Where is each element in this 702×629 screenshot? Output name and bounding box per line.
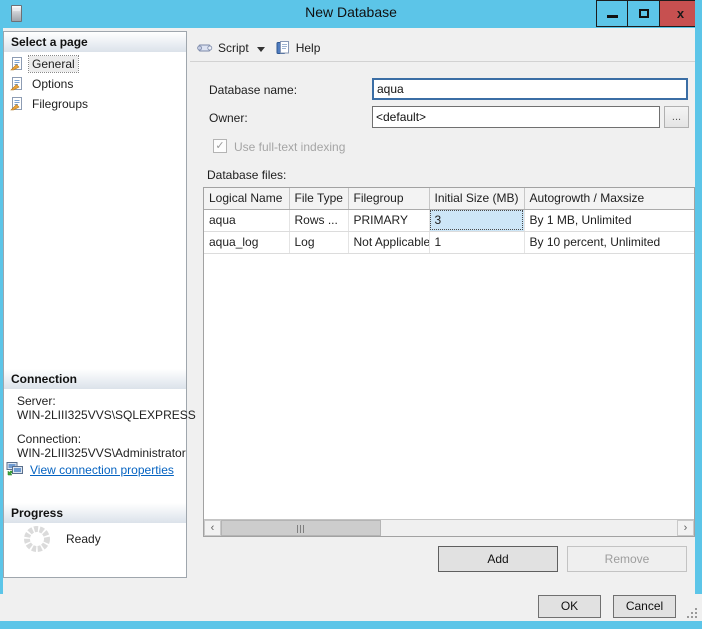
resize-grip[interactable] bbox=[688, 609, 698, 619]
connection-header: Connection bbox=[4, 369, 186, 389]
window-border-right bbox=[695, 0, 702, 594]
maximize-icon bbox=[638, 9, 649, 18]
sidebar-item-label: Options bbox=[32, 77, 74, 91]
ok-button[interactable]: OK bbox=[538, 595, 601, 618]
minimize-icon bbox=[606, 15, 618, 18]
connection-value: WIN-2LIII325VVS\Administrator bbox=[17, 446, 186, 460]
server-label: Server: bbox=[17, 394, 56, 408]
progress-status: Ready bbox=[66, 532, 101, 546]
page-icon bbox=[10, 97, 22, 111]
files-table: Logical Name File Type Filegroup Initial… bbox=[204, 188, 694, 254]
column-header-initial-size[interactable]: Initial Size (MB) bbox=[429, 188, 525, 210]
toolbar: Script Help bbox=[196, 38, 324, 58]
titlebar[interactable]: New Database x bbox=[0, 0, 702, 28]
database-name-label: Database name: bbox=[209, 83, 298, 97]
page-list: General Options Filegroups bbox=[4, 54, 186, 114]
sidebar: Select a page General Options Filegroups… bbox=[3, 31, 196, 578]
scrollbar-thumb[interactable] bbox=[221, 520, 381, 536]
database-files-label: Database files: bbox=[207, 168, 287, 182]
fulltext-label: Use full-text indexing bbox=[234, 140, 346, 154]
sidebar-item-general[interactable]: General bbox=[4, 54, 186, 74]
scrollbar-grip-icon bbox=[297, 525, 305, 533]
column-header-filegroup[interactable]: Filegroup bbox=[348, 188, 430, 210]
column-header-file-type[interactable]: File Type bbox=[289, 188, 349, 210]
progress-header: Progress bbox=[4, 503, 186, 523]
minimize-button[interactable] bbox=[596, 0, 628, 27]
server-value: WIN-2LIII325VVS\SQLEXPRESS bbox=[17, 408, 196, 422]
maximize-button[interactable] bbox=[628, 0, 660, 27]
sidebar-item-filegroups[interactable]: Filegroups bbox=[4, 94, 186, 114]
window-border-bottom bbox=[0, 621, 702, 629]
table-row: aqua_log Log Not Applicable 1 By 10 perc… bbox=[204, 231, 694, 254]
owner-browse-button[interactable]: ... bbox=[664, 106, 689, 128]
view-connection-properties-row: View connection properties bbox=[6, 462, 174, 477]
select-a-page-header: Select a page bbox=[4, 32, 186, 52]
page-icon bbox=[10, 57, 22, 71]
connection-properties-icon bbox=[6, 462, 23, 476]
toolbar-separator bbox=[190, 61, 695, 62]
cancel-button[interactable]: Cancel bbox=[613, 595, 676, 618]
view-connection-properties-link[interactable]: View connection properties bbox=[30, 463, 174, 477]
owner-input[interactable] bbox=[372, 106, 660, 128]
column-header-autogrowth[interactable]: Autogrowth / Maxsize bbox=[524, 188, 694, 210]
database-files-grid: Logical Name File Type Filegroup Initial… bbox=[203, 187, 695, 537]
progress-spinner-icon bbox=[24, 526, 50, 552]
add-button[interactable]: Add bbox=[438, 546, 558, 572]
cell-filegroup[interactable]: PRIMARY bbox=[348, 209, 430, 232]
scroll-right-arrow[interactable]: › bbox=[677, 520, 694, 536]
horizontal-scrollbar[interactable]: ‹ › bbox=[204, 519, 694, 536]
header-row: Logical Name File Type Filegroup Initial… bbox=[204, 188, 694, 210]
cell-initial-size[interactable]: 1 bbox=[429, 231, 525, 254]
scroll-left-arrow[interactable]: ‹ bbox=[204, 520, 221, 536]
cell-filegroup[interactable]: Not Applicable bbox=[348, 231, 430, 254]
script-button[interactable]: Script bbox=[218, 41, 249, 55]
cell-initial-size-selected[interactable]: 3 bbox=[429, 209, 525, 232]
owner-label: Owner: bbox=[209, 111, 248, 125]
cell-autogrowth[interactable]: By 10 percent, Unlimited bbox=[524, 231, 694, 254]
database-name-input[interactable] bbox=[372, 78, 688, 100]
cell-file-type[interactable]: Rows ... bbox=[289, 209, 349, 232]
window-controls: x bbox=[596, 0, 702, 28]
cell-logical-name[interactable]: aqua_log bbox=[204, 231, 290, 254]
cell-logical-name[interactable]: aqua bbox=[204, 209, 290, 232]
help-button[interactable]: Help bbox=[296, 41, 321, 55]
script-icon bbox=[197, 44, 213, 52]
column-header-logical-name[interactable]: Logical Name bbox=[204, 188, 290, 210]
progress-row: Ready bbox=[22, 524, 101, 554]
cell-file-type[interactable]: Log bbox=[289, 231, 349, 254]
connection-label: Connection: bbox=[17, 432, 82, 446]
help-icon bbox=[276, 41, 289, 54]
script-dropdown-icon[interactable] bbox=[256, 46, 265, 52]
sidebar-item-label: Filegroups bbox=[32, 97, 89, 111]
fulltext-checkbox[interactable]: ✓ bbox=[213, 139, 227, 153]
remove-button[interactable]: Remove bbox=[567, 546, 687, 572]
sidebar-item-label: General bbox=[28, 55, 79, 73]
page-icon bbox=[10, 77, 22, 91]
table-row: aqua Rows ... PRIMARY 3 By 1 MB, Unlimit… bbox=[204, 209, 694, 232]
cell-autogrowth[interactable]: By 1 MB, Unlimited bbox=[524, 209, 694, 232]
new-database-dialog: New Database x Select a page General Opt… bbox=[0, 0, 702, 629]
sidebar-item-options[interactable]: Options bbox=[4, 74, 186, 94]
